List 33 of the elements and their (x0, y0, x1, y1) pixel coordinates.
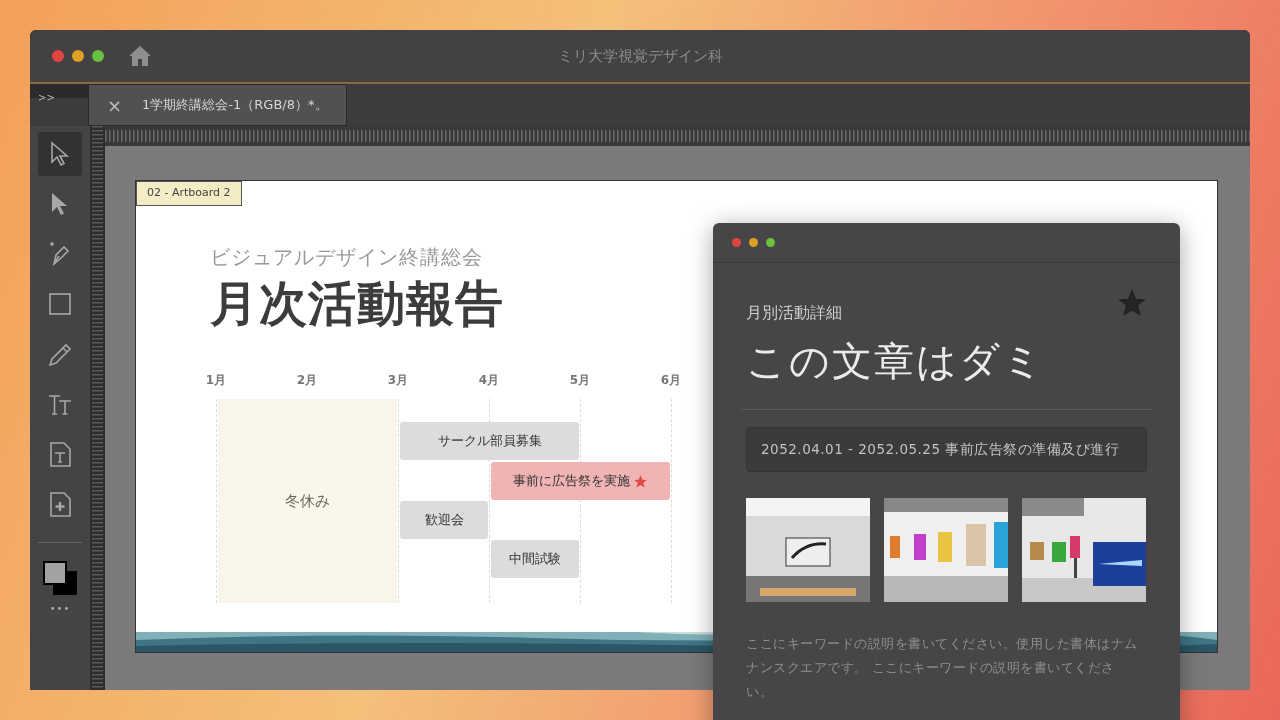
event-label: 歓迎会 (424, 511, 464, 530)
detail-title: この文章はダミ (746, 337, 1045, 386)
month-label: 1月 (205, 372, 227, 389)
rectangle-icon (46, 290, 74, 318)
event-label: サークル部員募集 (437, 432, 542, 451)
period-text: 2052.04.01 - 2052.05.25 事前広告祭の準備及び進行 (746, 427, 1147, 472)
event-bar[interactable]: 歓迎会 (400, 501, 488, 539)
event-label: 中間試験 (509, 550, 561, 569)
expand-panels-button[interactable]: >> (30, 91, 55, 105)
month-label: 4月 (478, 372, 500, 389)
star-icon[interactable] (1118, 289, 1146, 317)
title: 月次活動報告 (210, 274, 504, 333)
fill-stroke-swatch[interactable] (43, 561, 77, 595)
event-label: 冬休み (285, 490, 330, 512)
holiday-block[interactable]: 冬休み (218, 399, 397, 603)
event-bar[interactable]: サークル部員募集 (400, 422, 579, 460)
event-bar[interactable]: 中間試験 (491, 540, 579, 578)
window-title: ミリ大学視覚デザイン科 (557, 45, 723, 67)
month-label: 2月 (296, 372, 318, 389)
artboard-label: 02 - Artboard 2 (136, 181, 242, 206)
event-label: 事前に広告祭を実施 (513, 472, 630, 491)
close-tab-button[interactable]: × (107, 91, 123, 119)
month-label: 6月 (660, 372, 682, 389)
selection-arrow-tool[interactable] (38, 132, 82, 176)
event-bar[interactable]: 事前に広告祭を実施 (491, 462, 670, 500)
tab-label: 1学期終講総会-1（RGB/8）*。 (142, 96, 328, 115)
subtitle: ビジュアルデザイン終講総会 (210, 244, 483, 271)
home-icon[interactable] (128, 45, 152, 67)
month-label: 5月 (569, 372, 591, 389)
more-tools-button[interactable]: ••• (49, 601, 71, 616)
document-tab[interactable]: × 1学期終講総会-1（RGB/8）*。 (88, 84, 347, 126)
category-label: 月別活動詳細 (746, 302, 842, 324)
month-label: 3月 (387, 372, 409, 389)
